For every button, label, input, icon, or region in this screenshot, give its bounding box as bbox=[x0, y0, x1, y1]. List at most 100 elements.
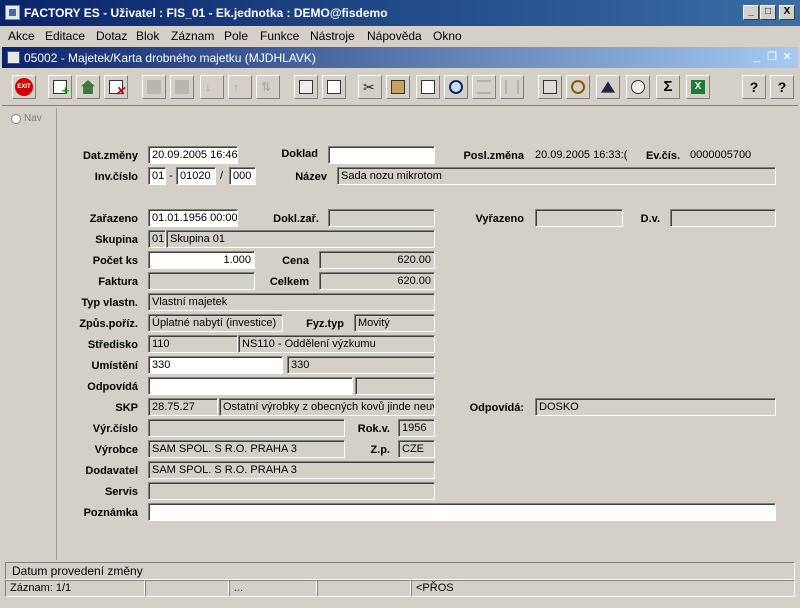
help-button[interactable]: ? bbox=[742, 75, 766, 99]
zpus-poriz-field[interactable]: Úplatné nabytí (investice) bbox=[148, 314, 283, 332]
label-vyrazeno: Vyřazeno bbox=[475, 213, 524, 225]
calculator-button[interactable] bbox=[538, 75, 562, 99]
home-button[interactable] bbox=[76, 75, 100, 99]
sum-button[interactable]: Σ bbox=[656, 75, 680, 99]
sort-multi-button[interactable]: ⇅ bbox=[256, 75, 280, 99]
sort-desc-button[interactable]: ↑ bbox=[228, 75, 252, 99]
nav-radio[interactable] bbox=[11, 114, 21, 124]
vyrobce-field[interactable]: SAM SPOL. S R.O. PRAHA 3 bbox=[148, 440, 345, 458]
pocet-ks-field[interactable]: 1.000 bbox=[148, 251, 255, 269]
umisteni-kod-field[interactable]: 330 bbox=[148, 356, 283, 374]
wheel-button[interactable] bbox=[566, 75, 590, 99]
skupina-nazev-field[interactable]: Skupina 01 bbox=[166, 230, 435, 248]
help-context-icon: ? bbox=[777, 79, 787, 95]
add-record-button[interactable]: + bbox=[48, 75, 72, 99]
status-message: Datum provedení změny bbox=[5, 562, 795, 580]
skp-nazev-field[interactable]: Ostatní výrobky z obecných kovů jinde ne… bbox=[219, 398, 435, 416]
menu-funkce[interactable]: Funkce bbox=[260, 29, 299, 43]
vyr-cislo-field[interactable] bbox=[148, 419, 345, 437]
rok-v-field[interactable]: 1956 bbox=[398, 419, 435, 437]
stredisko-kod-field[interactable]: 110 bbox=[148, 335, 238, 353]
save-button[interactable] bbox=[142, 75, 166, 99]
exit-icon: EXIT bbox=[15, 78, 33, 96]
menu-pole[interactable]: Pole bbox=[224, 29, 248, 43]
label-skp: SKP bbox=[115, 402, 138, 414]
label-inv-cislo: Inv.číslo bbox=[94, 171, 138, 183]
copy-record-button[interactable] bbox=[170, 75, 194, 99]
cena-field[interactable]: 620.00 bbox=[319, 251, 435, 269]
poznamka-field[interactable] bbox=[148, 503, 776, 521]
triangle-icon bbox=[601, 81, 615, 93]
status-message-text: Datum provedení změny bbox=[12, 564, 143, 578]
label-posl-zmena: Posl.změna bbox=[463, 150, 524, 162]
close-button[interactable]: X bbox=[779, 5, 795, 20]
cut-button[interactable]: ✂ bbox=[358, 75, 382, 99]
skupina-kod-field[interactable]: 01 bbox=[148, 230, 166, 248]
inv-cislo-part1[interactable]: 01 bbox=[148, 167, 166, 185]
list-button[interactable] bbox=[472, 75, 496, 99]
exit-button[interactable]: EXIT bbox=[12, 75, 36, 99]
menu-nastroje[interactable]: Nástroje bbox=[310, 29, 355, 43]
zp-field[interactable]: CZE bbox=[398, 440, 435, 458]
odpovida-kod-field[interactable] bbox=[148, 377, 353, 395]
menu-blok[interactable]: Blok bbox=[136, 29, 159, 43]
context-help-button[interactable]: ? bbox=[770, 75, 794, 99]
odpovida-nazev-field[interactable] bbox=[355, 377, 435, 395]
menu-zaznam[interactable]: Záznam bbox=[171, 29, 214, 43]
minimize-button[interactable]: _ bbox=[743, 5, 759, 20]
dodavatel-field[interactable]: SAM SPOL. S R.O. PRAHA 3 bbox=[148, 461, 435, 479]
odpovida-osoba-field[interactable]: DOSKO bbox=[535, 398, 776, 416]
label-poznamka: Poznámka bbox=[83, 507, 138, 519]
status-record: Záznam: 1/1 bbox=[5, 580, 145, 597]
dat-zmeny-field[interactable]: 20.09.2005 16:46: bbox=[148, 146, 238, 164]
zarazeno-field[interactable]: 01.01.1956 00:00: bbox=[148, 209, 238, 227]
zoom-button[interactable] bbox=[444, 75, 468, 99]
delete-record-icon: ✕ bbox=[109, 80, 125, 97]
columns-button[interactable] bbox=[500, 75, 524, 99]
label-ev-cis: Ev.čís. bbox=[645, 150, 680, 162]
excel-button[interactable]: X bbox=[686, 75, 710, 99]
label-rok-v: Rok.v. bbox=[357, 423, 390, 435]
dv-field[interactable] bbox=[670, 209, 776, 227]
nav-label: Nav bbox=[24, 113, 42, 124]
print-preview-button[interactable] bbox=[322, 75, 346, 99]
label-umisteni: Umístění bbox=[91, 360, 138, 372]
maximize-button[interactable]: □ bbox=[760, 5, 776, 20]
inv-sep-dash: - bbox=[169, 170, 173, 182]
celkem-field[interactable]: 620.00 bbox=[319, 272, 435, 290]
disabled-copy-icon bbox=[175, 80, 189, 94]
print-button[interactable] bbox=[294, 75, 318, 99]
form-close-icon[interactable]: ✕ bbox=[780, 50, 794, 64]
inv-cislo-part2[interactable]: 01020 bbox=[176, 167, 216, 185]
copy-button[interactable] bbox=[416, 75, 440, 99]
doklad-field[interactable] bbox=[328, 146, 435, 164]
stredisko-nazev-field[interactable]: NS110 - Oddělení výzkumu bbox=[238, 335, 435, 353]
skp-kod-field[interactable]: 28.75.27 bbox=[148, 398, 218, 416]
menu-napoveda[interactable]: Nápověda bbox=[367, 29, 422, 43]
app-title-bar: FACTORY ES - Uživatel : FIS_01 - Ek.jedn… bbox=[0, 0, 800, 26]
triangle-button[interactable] bbox=[596, 75, 620, 99]
umisteni-nazev-field[interactable]: 330 bbox=[287, 356, 435, 374]
form-restore-icon[interactable]: ❐ bbox=[765, 50, 779, 64]
money-button[interactable] bbox=[626, 75, 650, 99]
faktura-field[interactable] bbox=[148, 272, 255, 290]
delete-record-button[interactable]: ✕ bbox=[104, 75, 128, 99]
menu-okno[interactable]: Okno bbox=[433, 29, 462, 43]
label-odpovida: Odpovídá bbox=[87, 381, 138, 393]
label-odpovida-osoba: Odpovídá: bbox=[469, 402, 524, 414]
inv-cislo-part3[interactable]: 000 bbox=[229, 167, 256, 185]
form-minimize-icon[interactable]: _ bbox=[750, 50, 764, 64]
vyrazeno-field[interactable] bbox=[535, 209, 623, 227]
menu-editace[interactable]: Editace bbox=[45, 29, 85, 43]
sort-asc-button[interactable]: ↓ bbox=[200, 75, 224, 99]
menu-dotaz[interactable]: Dotaz bbox=[96, 29, 127, 43]
label-stredisko: Středisko bbox=[87, 339, 138, 351]
label-pocet-ks: Počet ks bbox=[92, 255, 138, 267]
fyz-typ-field[interactable]: Movitý bbox=[354, 314, 435, 332]
typ-vlastn-field[interactable]: Vlastní majetek bbox=[148, 293, 435, 311]
menu-akce[interactable]: Akce bbox=[8, 29, 35, 43]
dokl-zar-field[interactable] bbox=[328, 209, 435, 227]
paste-button[interactable] bbox=[386, 75, 410, 99]
nazev-field[interactable]: Sada nozu mikrotom bbox=[337, 167, 776, 185]
servis-field[interactable] bbox=[148, 482, 435, 500]
